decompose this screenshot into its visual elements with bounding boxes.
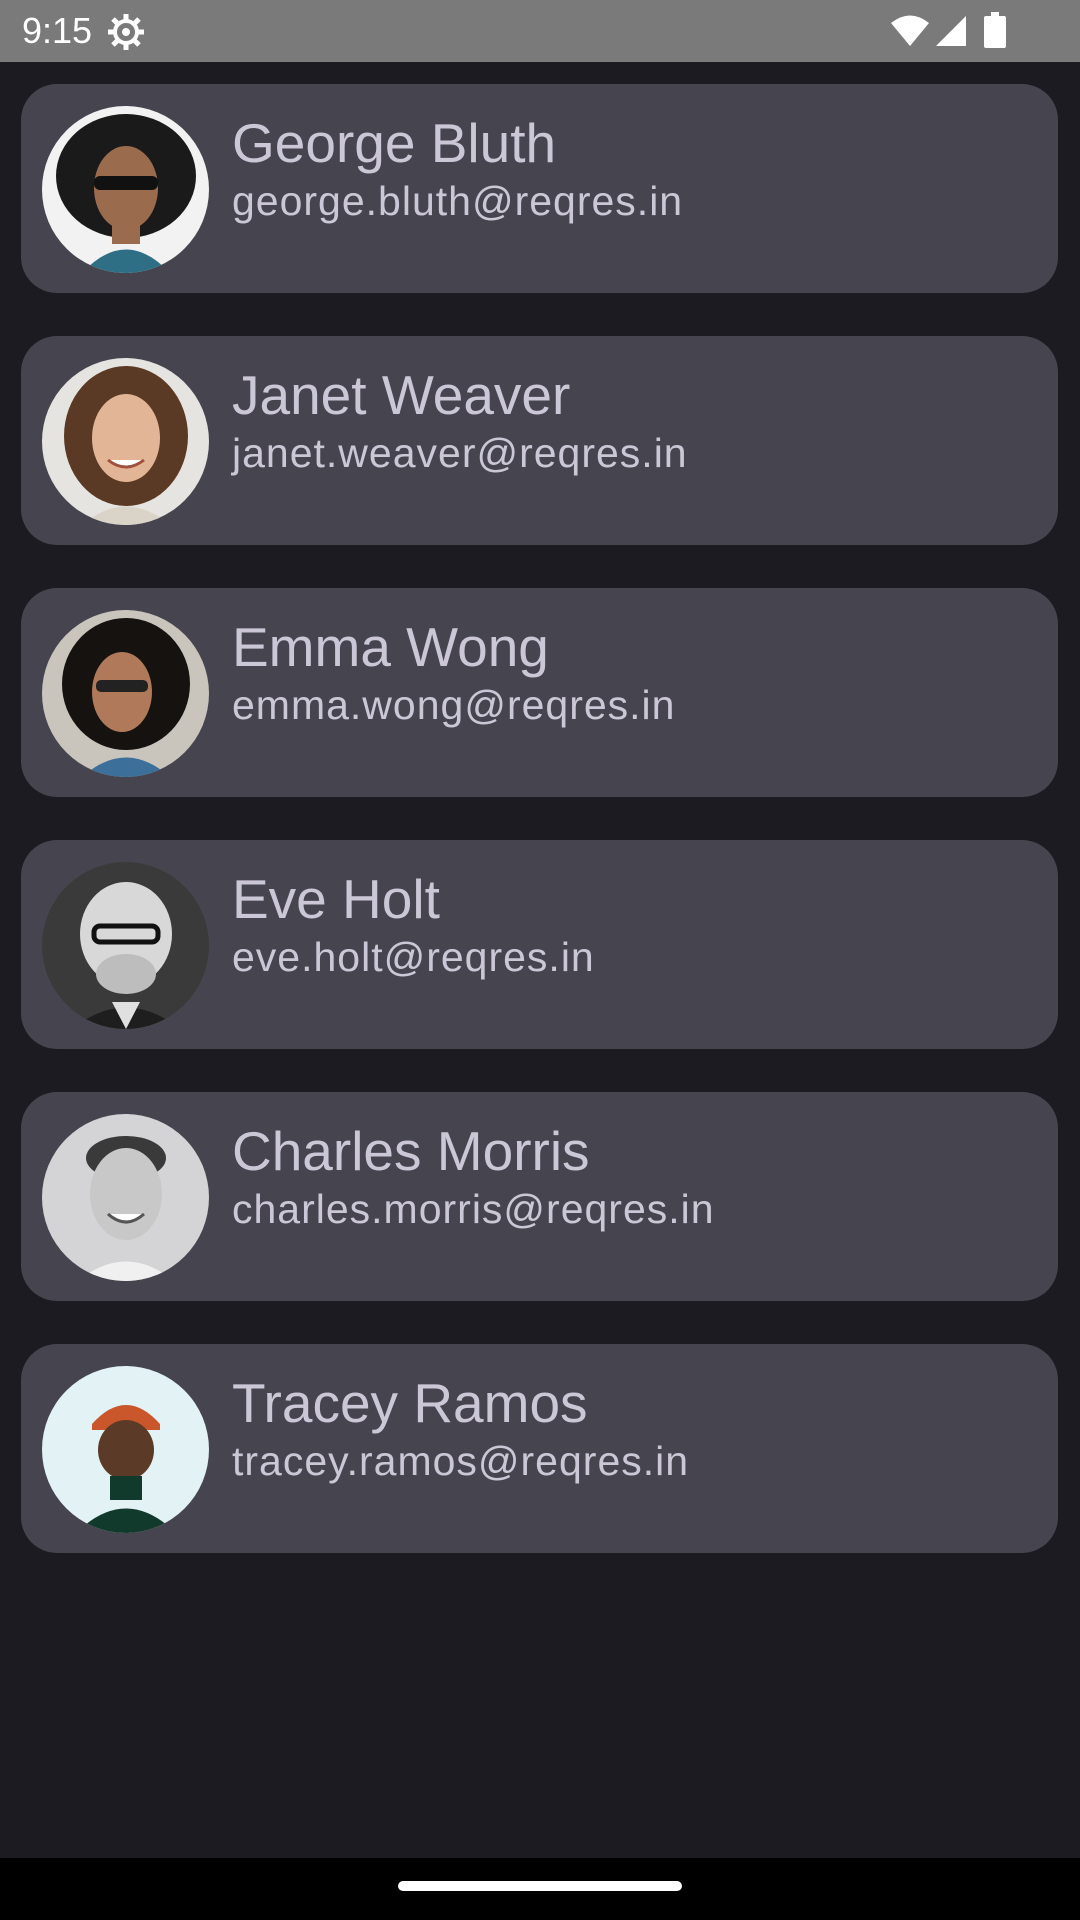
avatar	[42, 1366, 209, 1533]
user-name: Janet Weaver	[232, 364, 571, 426]
user-name: George Bluth	[232, 112, 557, 174]
avatar	[42, 862, 209, 1029]
avatar	[42, 1114, 209, 1281]
avatar-photo-eve	[42, 862, 209, 1029]
user-email: emma.wong@reqres.in	[232, 682, 676, 728]
user-card[interactable]: Eve Holt eve.holt@reqres.in	[21, 840, 1058, 1049]
user-email: george.bluth@reqres.in	[232, 178, 684, 224]
wifi-icon	[891, 15, 929, 46]
user-email: janet.weaver@reqres.in	[232, 430, 688, 476]
home-gesture-handle[interactable]	[398, 1881, 682, 1891]
avatar-photo-george	[42, 106, 209, 273]
avatar-photo-emma	[42, 610, 209, 777]
signal-icon	[936, 16, 966, 46]
user-card[interactable]: George Bluth george.bluth@reqres.in	[21, 84, 1058, 293]
battery-icon	[984, 12, 1006, 48]
navigation-bar	[0, 1858, 1080, 1920]
avatar-photo-janet	[42, 358, 209, 525]
user-card[interactable]: Charles Morris charles.morris@reqres.in	[21, 1092, 1058, 1301]
user-email: eve.holt@reqres.in	[232, 934, 595, 980]
avatar-photo-tracey	[42, 1366, 209, 1533]
avatar-photo-charles	[42, 1114, 209, 1281]
avatar	[42, 358, 209, 525]
user-name: Eve Holt	[232, 868, 440, 930]
gear-icon	[108, 14, 144, 50]
user-email: charles.morris@reqres.in	[232, 1186, 715, 1232]
avatar	[42, 106, 209, 273]
user-name: Charles Morris	[232, 1120, 590, 1182]
user-card[interactable]: Emma Wong emma.wong@reqres.in	[21, 588, 1058, 797]
user-email: tracey.ramos@reqres.in	[232, 1438, 690, 1484]
screen: 9:15 George Bluth george.bluth@reqres.in…	[0, 0, 1080, 1920]
user-list[interactable]: George Bluth george.bluth@reqres.in Jane…	[0, 62, 1080, 1858]
user-name: Emma Wong	[232, 616, 549, 678]
user-card[interactable]: Tracey Ramos tracey.ramos@reqres.in	[21, 1344, 1058, 1553]
user-name: Tracey Ramos	[232, 1372, 588, 1434]
status-time: 9:15	[22, 10, 93, 51]
status-bar: 9:15	[0, 0, 1080, 62]
user-card[interactable]: Janet Weaver janet.weaver@reqres.in	[21, 336, 1058, 545]
avatar	[42, 610, 209, 777]
